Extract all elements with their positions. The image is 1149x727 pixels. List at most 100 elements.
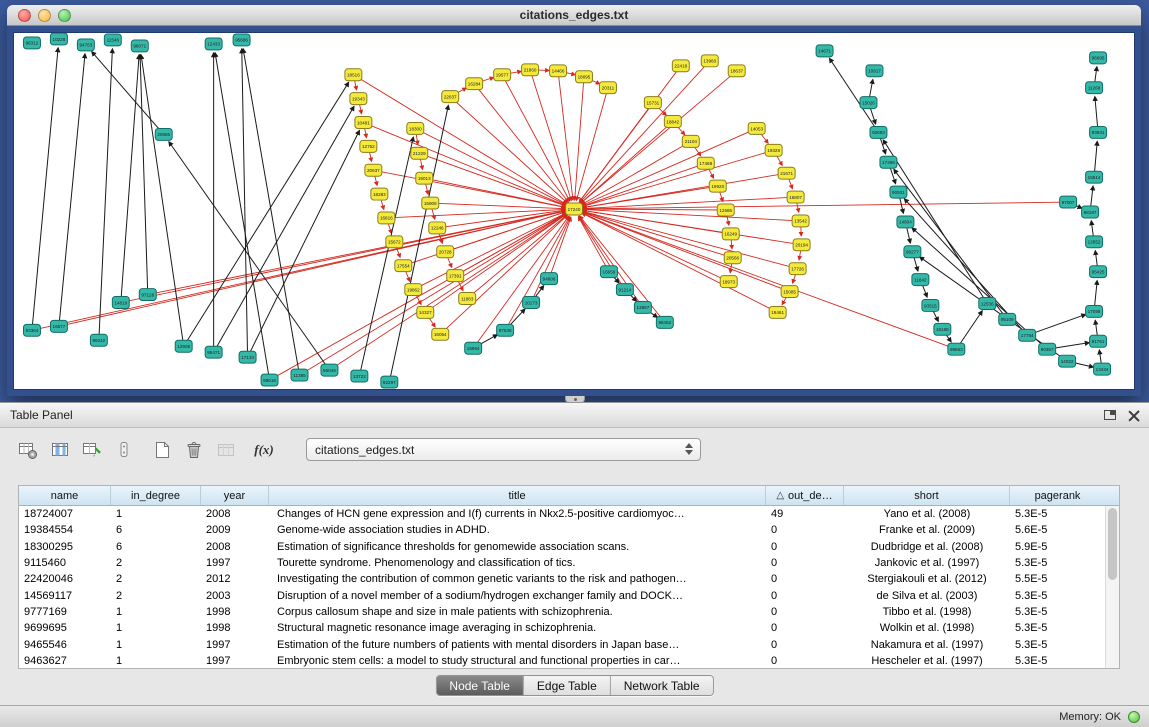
table-cell[interactable]: 5.6E-5 [1010, 524, 1105, 536]
graph-node[interactable]: 97538 [497, 324, 514, 336]
zoom-window-button[interactable] [58, 9, 71, 22]
graph-node[interactable]: 90357 [1039, 343, 1056, 355]
table-row[interactable]: 911546021997Tourette syndrome. Phenomeno… [19, 555, 1105, 571]
graph-node[interactable]: 11883 [459, 293, 476, 305]
table-cell[interactable]: 49 [766, 508, 844, 520]
table-cell[interactable]: 2008 [201, 508, 269, 520]
table-cell[interactable]: 2 [111, 557, 201, 569]
scrollbar-thumb[interactable] [1108, 508, 1117, 580]
table-vertical-scrollbar[interactable] [1105, 506, 1119, 668]
table-cell[interactable]: 6 [111, 541, 201, 553]
graph-node[interactable]: 16807 [787, 191, 804, 203]
network-canvas[interactable]: 1724018516193431048112752206371828316816… [13, 32, 1135, 390]
graph-node[interactable]: 18283 [371, 188, 388, 200]
table-cell[interactable]: 22420046 [19, 573, 111, 585]
table-cell[interactable]: 14569117 [19, 590, 111, 602]
graph-node[interactable]: 14327 [417, 306, 434, 318]
table-cell[interactable]: 1 [111, 606, 201, 618]
graph-node[interactable]: 19920 [709, 180, 726, 192]
column-header-year[interactable]: year [201, 486, 269, 505]
table-mode-icon[interactable] [16, 439, 40, 461]
table-cell[interactable]: 2003 [201, 590, 269, 602]
graph-node[interactable]: 15731 [644, 97, 661, 109]
tab-node-table[interactable]: Node Table [436, 676, 524, 695]
float-panel-icon[interactable] [1104, 410, 1116, 420]
table-cell[interactable]: 5.3E-5 [1010, 606, 1105, 618]
table-cell[interactable]: 18300295 [19, 541, 111, 553]
table-cell[interactable]: Disruption of a novel member of a sodium… [269, 590, 766, 602]
graph-node[interactable]: 16188 [934, 323, 951, 335]
table-cell[interactable]: Estimation of significance thresholds fo… [269, 541, 766, 553]
graph-node[interactable]: 16577 [50, 320, 67, 332]
table-cell[interactable]: 1997 [201, 655, 269, 667]
table-cell[interactable]: Tourette syndrome. Phenomenology and cla… [269, 557, 766, 569]
graph-node[interactable]: 18973 [720, 276, 737, 288]
graph-node[interactable]: 15908 [422, 197, 439, 209]
table-cell[interactable]: 0 [766, 524, 844, 536]
graph-node[interactable]: 98616 [261, 374, 278, 386]
tab-network-table[interactable]: Network Table [611, 676, 713, 695]
table-cell[interactable]: Dudbridge et al. (2008) [844, 541, 1010, 553]
table-cell[interactable]: 9115460 [19, 557, 111, 569]
graph-node[interactable]: 15514 [1086, 171, 1103, 183]
window-titlebar[interactable]: citations_edges.txt [7, 5, 1141, 26]
graph-node[interactable]: 16659 [600, 266, 617, 278]
graph-node[interactable]: 96277 [904, 246, 921, 258]
memory-status-indicator[interactable] [1128, 711, 1140, 723]
import-table-icon[interactable] [214, 439, 238, 461]
create-column-icon[interactable] [80, 439, 104, 461]
graph-node[interactable]: 91761 [1090, 335, 1107, 347]
graph-node[interactable]: 92297 [381, 376, 398, 388]
graph-node[interactable]: 19343 [350, 93, 367, 105]
graph-node[interactable]: 10481 [355, 117, 372, 129]
graph-node[interactable]: 21860 [522, 64, 539, 76]
graph-node[interactable]: 22418 [672, 60, 689, 72]
table-cell[interactable]: de Silva et al. (2003) [844, 590, 1010, 602]
graph-node[interactable]: 12908 [175, 340, 192, 352]
table-cell[interactable]: Jankovic et al. (1997) [844, 557, 1010, 569]
table-cell[interactable]: Tibbo et al. (1998) [844, 606, 1010, 618]
graph-node[interactable]: 99242 [90, 334, 107, 346]
graph-node[interactable]: 19862 [405, 284, 422, 296]
column-header-name[interactable]: name [19, 486, 111, 505]
graph-node[interactable]: 16284 [466, 78, 483, 90]
graph-node[interactable]: 93364 [23, 324, 40, 336]
table-cell[interactable]: 0 [766, 655, 844, 667]
table-row[interactable]: 2242004622012Investigating the contribut… [19, 571, 1105, 587]
graph-node[interactable]: 96695 [1090, 52, 1107, 64]
table-cell[interactable]: 2008 [201, 541, 269, 553]
table-cell[interactable]: Embryonic stem cells: a model to study s… [269, 655, 766, 667]
graph-node[interactable]: 16054 [432, 328, 449, 340]
graph-node[interactable]: 13960 [701, 55, 718, 67]
table-cell[interactable]: Genome-wide association studies in ADHD. [269, 524, 766, 536]
graph-node[interactable]: 12752 [360, 140, 377, 152]
graph-node[interactable]: 17240 [566, 203, 583, 215]
graph-node[interactable]: 15964 [465, 342, 482, 354]
graph-node[interactable]: 20655 [155, 128, 172, 140]
graph-node[interactable]: 95109 [999, 313, 1016, 325]
graph-node[interactable]: 13887 [634, 301, 651, 313]
graph-node[interactable]: 17468 [697, 157, 714, 169]
graph-node[interactable]: 14819 [112, 297, 129, 309]
table-cell[interactable]: Nakamura et al. (1997) [844, 639, 1010, 651]
graph-node[interactable]: 11546 [104, 34, 121, 46]
graph-node[interactable]: 13434 [1094, 363, 1111, 375]
table-cell[interactable]: 19384554 [19, 524, 111, 536]
graph-node[interactable]: 12685 [717, 204, 734, 216]
graph-node[interactable]: 15672 [386, 236, 403, 248]
delete-table-icon[interactable] [182, 439, 206, 461]
table-cell[interactable]: Stergiakouli et al. (2012) [844, 573, 1010, 585]
table-cell[interactable]: 2 [111, 590, 201, 602]
graph-node[interactable]: 10917 [866, 65, 883, 77]
graph-node[interactable]: 13542 [792, 215, 809, 227]
table-cell[interactable]: 0 [766, 573, 844, 585]
network-table-selector[interactable]: citations_edges.txt [306, 438, 701, 461]
graph-node[interactable]: 17391 [447, 270, 464, 282]
graph-node[interactable]: 11385 [291, 369, 308, 381]
graph-node[interactable]: 18516 [345, 69, 362, 81]
graph-node[interactable]: 18637 [728, 65, 745, 77]
graph-node[interactable]: 19328 [765, 144, 782, 156]
graph-node[interactable]: 14022 [1059, 355, 1076, 367]
column-header-title[interactable]: title [269, 486, 766, 505]
graph-node[interactable]: 16249 [722, 228, 739, 240]
